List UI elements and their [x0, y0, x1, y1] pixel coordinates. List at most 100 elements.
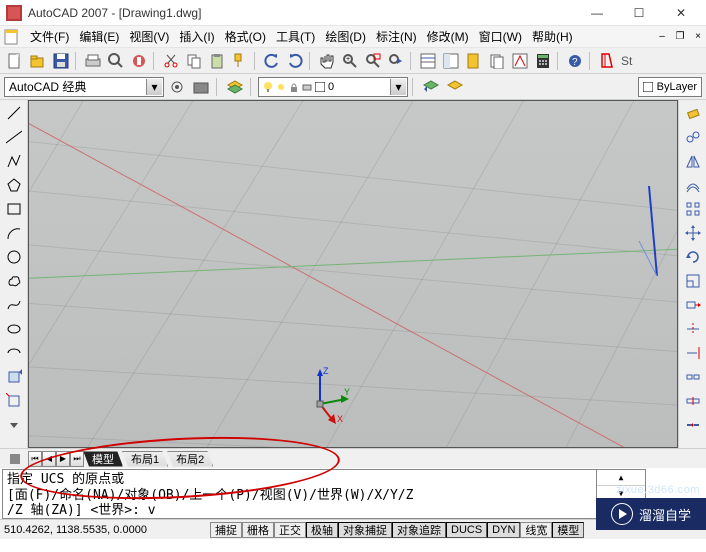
mirror-button[interactable]	[682, 150, 704, 172]
otrack-toggle[interactable]: 对象追踪	[392, 522, 446, 538]
menu-help[interactable]: 帮助(H)	[528, 26, 577, 47]
rotate-button[interactable]	[682, 246, 704, 268]
watermark-text: 溜溜自学	[639, 505, 691, 524]
break2-button[interactable]	[682, 390, 704, 412]
ellipse-arc-button[interactable]	[3, 342, 25, 364]
copy-obj-button[interactable]	[682, 126, 704, 148]
array-button[interactable]	[682, 198, 704, 220]
trim-button[interactable]	[682, 318, 704, 340]
tab-layout1[interactable]: 布局1	[122, 451, 168, 467]
markup-button[interactable]	[509, 50, 531, 72]
menu-view[interactable]: 视图(V)	[125, 26, 173, 47]
menu-dimension[interactable]: 标注(N)	[372, 26, 421, 47]
menu-format[interactable]: 格式(O)	[221, 26, 270, 47]
sheetset-button[interactable]	[486, 50, 508, 72]
polygon-button[interactable]	[3, 174, 25, 196]
ortho-toggle[interactable]: 正交	[274, 522, 306, 538]
extend-button[interactable]	[682, 342, 704, 364]
rectangle-button[interactable]	[3, 198, 25, 220]
paste-button[interactable]	[206, 50, 228, 72]
spline-button[interactable]	[3, 294, 25, 316]
designcenter-button[interactable]	[440, 50, 462, 72]
workspace-select[interactable]: AutoCAD 经典 ▾	[4, 77, 164, 97]
revision-cloud-button[interactable]	[3, 270, 25, 292]
join-button[interactable]	[682, 414, 704, 436]
menu-file[interactable]: 文件(F)	[26, 26, 73, 47]
dyn-toggle[interactable]: DYN	[487, 522, 520, 538]
redo-button[interactable]	[284, 50, 306, 72]
ellipse-button[interactable]	[3, 318, 25, 340]
minimize-button[interactable]: —	[576, 0, 618, 26]
cut-button[interactable]	[160, 50, 182, 72]
workspace-settings-button[interactable]	[166, 76, 188, 98]
grid-toggle[interactable]: 栅格	[242, 522, 274, 538]
move-button[interactable]	[682, 222, 704, 244]
ucs-icon: Z Y X	[285, 359, 355, 429]
svg-text:+: +	[346, 56, 350, 63]
tab-next-button[interactable]: ▶	[56, 451, 70, 467]
toolpalettes-button[interactable]	[463, 50, 485, 72]
polar-toggle[interactable]: 极轴	[306, 522, 338, 538]
arc-button[interactable]	[3, 222, 25, 244]
polyline-button[interactable]	[3, 150, 25, 172]
zoom-prev-button[interactable]	[385, 50, 407, 72]
menu-window[interactable]: 窗口(W)	[475, 26, 526, 47]
construction-line-button[interactable]	[3, 126, 25, 148]
tab-first-button[interactable]: ⏮	[28, 451, 42, 467]
layer-select[interactable]: 0 ▾	[258, 77, 408, 97]
save-button[interactable]	[50, 50, 72, 72]
tab-menu-icon[interactable]	[6, 451, 24, 467]
layer-state-button[interactable]	[444, 76, 466, 98]
stretch-button[interactable]	[682, 294, 704, 316]
close-button[interactable]: ✕	[660, 0, 702, 26]
break-button[interactable]	[682, 366, 704, 388]
workspace-save-button[interactable]	[190, 76, 212, 98]
menu-tools[interactable]: 工具(T)	[272, 26, 319, 47]
offset-button[interactable]	[682, 174, 704, 196]
calc-button[interactable]	[532, 50, 554, 72]
pan-button[interactable]	[316, 50, 338, 72]
maximize-button[interactable]: ☐	[618, 0, 660, 26]
model-viewport[interactable]: Z Y X	[28, 100, 678, 448]
standards-icon[interactable]	[596, 50, 618, 72]
lwt-toggle[interactable]: 线宽	[520, 522, 552, 538]
copy-button[interactable]	[183, 50, 205, 72]
plot-button[interactable]	[82, 50, 104, 72]
undo-button[interactable]	[261, 50, 283, 72]
publish-button[interactable]	[128, 50, 150, 72]
menu-modify[interactable]: 修改(M)	[423, 26, 473, 47]
tab-last-button[interactable]: ⏭	[70, 451, 84, 467]
line-button[interactable]	[3, 102, 25, 124]
snap-toggle[interactable]: 捕捉	[210, 522, 242, 538]
tab-prev-button[interactable]: ◀	[42, 451, 56, 467]
layer-prev-button[interactable]	[420, 76, 442, 98]
new-button[interactable]	[4, 50, 26, 72]
layers-button[interactable]	[224, 76, 246, 98]
menu-insert[interactable]: 插入(I)	[175, 26, 218, 47]
tab-model[interactable]: 模型	[83, 451, 123, 467]
menu-draw[interactable]: 绘图(D)	[321, 26, 370, 47]
model-toggle[interactable]: 模型	[552, 522, 584, 538]
command-line[interactable]: 指定 UCS 的原点或 [面(F)/命名(NA)/对象(OB)/上一个(P)/视…	[2, 469, 646, 519]
erase-button[interactable]	[682, 102, 704, 124]
zoom-realtime-button[interactable]: +	[339, 50, 361, 72]
osnap-toggle[interactable]: 对象捕捉	[338, 522, 392, 538]
doc-close-button[interactable]: ×	[690, 29, 706, 45]
scroll-down-icon[interactable]	[3, 414, 25, 436]
ducs-toggle[interactable]: DUCS	[446, 522, 487, 538]
insert-block-button[interactable]	[3, 366, 25, 388]
matchprop-button[interactable]	[229, 50, 251, 72]
help-button[interactable]: ?	[564, 50, 586, 72]
circle-button[interactable]	[3, 246, 25, 268]
doc-minimize-button[interactable]: –	[654, 29, 670, 45]
scale-button[interactable]	[682, 270, 704, 292]
color-select[interactable]: ByLayer	[638, 77, 702, 97]
open-button[interactable]	[27, 50, 49, 72]
menu-edit[interactable]: 编辑(E)	[75, 26, 123, 47]
properties-button[interactable]	[417, 50, 439, 72]
preview-button[interactable]	[105, 50, 127, 72]
tab-layout2[interactable]: 布局2	[167, 451, 213, 467]
doc-restore-button[interactable]: ❐	[672, 29, 688, 45]
make-block-button[interactable]	[3, 390, 25, 412]
zoom-window-button[interactable]	[362, 50, 384, 72]
